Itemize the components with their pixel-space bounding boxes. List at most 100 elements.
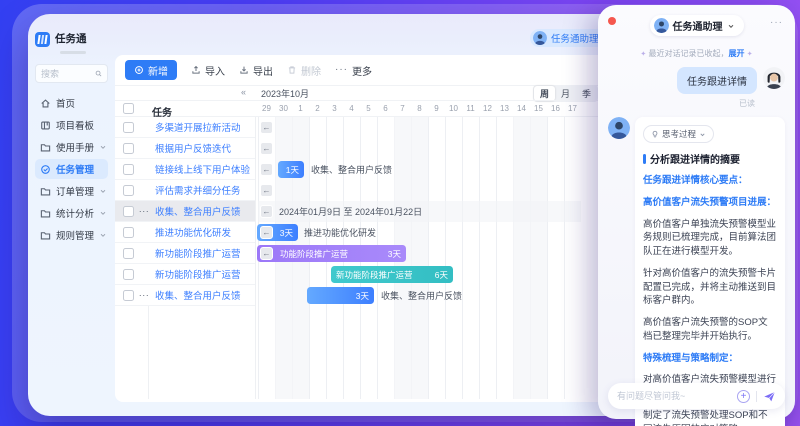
task-row[interactable]: ··· 收集、整合用户反馈 [115,285,255,306]
search-icon [95,69,102,78]
chat-input[interactable] [617,391,731,401]
row-actions-icon[interactable]: ··· [137,206,151,216]
scroll-to-bar-button[interactable]: ← [260,247,273,260]
sidebar-item-label: 项目看板 [56,118,104,132]
delete-button-label: 删除 [301,63,321,78]
date-tick: 2 [309,104,326,113]
chevron-down-icon [99,143,107,151]
bar-duration: 6天 [435,269,448,281]
close-panel-button[interactable] [608,17,616,25]
sidebar-item-kanban[interactable]: 项目看板 [35,115,108,135]
scale-quarter[interactable]: 季 [576,86,597,101]
bar-suffix-label: 推进功能优化研发 [304,226,376,239]
task-row[interactable]: 链接线上线下用户体验 [115,159,255,180]
date-tick: 16 [547,104,564,113]
reply-subtitle: 高价值客户流失预警项目进展： [643,196,777,210]
date-tick: 29 [258,104,275,113]
row-checkbox[interactable] [123,122,134,133]
date-tick: 8 [411,104,428,113]
task-name[interactable]: 多渠道开展拉新活动 [155,120,241,134]
task-row[interactable]: 多渠道开展拉新活动 [115,117,255,138]
bar-duration: 3天 [280,227,293,239]
sidebar-item-orders[interactable]: 订单管理 [35,181,108,201]
gantt-bar[interactable]: 功能阶段推广运营3天 [257,245,406,262]
chat-input-bar: + [608,383,785,409]
scroll-to-bar-button[interactable]: ← [260,142,273,155]
scroll-to-bar-button[interactable]: ← [260,163,273,176]
assistant-entry-chip[interactable]: 任务通助理 [530,29,606,47]
assistant-title-pill[interactable]: 任务通助理 [650,15,744,36]
gantt-bar[interactable]: 3天 [307,287,374,304]
scroll-to-bar-button[interactable]: ← [260,205,273,218]
task-manage-icon [40,164,51,175]
assistant-message-row: 思考过程 分析跟进详情的摘要 任务跟进详情核心要点： 高价值客户流失预警项目进展… [608,117,785,426]
send-button[interactable] [763,390,776,403]
task-name[interactable]: 评估需求并细分任务 [155,183,241,197]
row-checkbox[interactable] [123,206,134,217]
task-name[interactable]: 链接线上线下用户体验 [155,162,250,176]
scroll-to-bar-button[interactable]: ← [260,226,273,239]
task-name[interactable]: 收集、整合用户反馈 [155,204,241,218]
chevron-down-icon [99,231,107,239]
folder-icon [40,186,51,197]
export-button-label: 导出 [253,63,273,78]
sidebar-item-label: 统计分析 [56,206,94,220]
thinking-chip-label: 思考过程 [662,128,696,140]
panel-menu-icon[interactable]: ··· [770,17,783,28]
user-message-bubble: 任务跟进详情 [677,67,757,94]
kanban-icon [40,120,51,131]
attach-plus-button[interactable]: + [737,390,750,403]
row-checkbox[interactable] [123,164,134,175]
task-row[interactable]: 评估需求并细分任务 [115,180,255,201]
sidebar-item-rules[interactable]: 规则管理 [35,225,108,245]
gantt-bar[interactable]: 1天 [278,161,304,178]
bar-date-range: 2024年01月9日 至 2024年01月22日 [279,205,422,218]
date-tick: 12 [479,104,496,113]
task-row[interactable]: 推进功能优化研发 [115,222,255,243]
scroll-to-bar-button[interactable]: ← [260,121,273,134]
thinking-process-chip[interactable]: 思考过程 [643,125,714,143]
row-actions-icon[interactable]: ··· [137,290,151,300]
task-row[interactable]: ··· 收集、整合用户反馈 [115,201,255,222]
sidebar-search-input[interactable] [41,69,91,79]
row-checkbox[interactable] [123,143,134,154]
scale-month[interactable]: 月 [555,86,576,101]
sidebar-item-home[interactable]: 首页 [35,93,108,113]
import-button[interactable]: 导入 [191,63,225,78]
export-button[interactable]: 导出 [239,63,273,78]
task-name[interactable]: 推进功能优化研发 [155,225,231,239]
gantt-month-label: 2023年10月 [261,87,309,100]
more-dots-icon: ··· [335,65,348,75]
sidebar-item-tasks[interactable]: 任务管理 [35,159,108,179]
task-name[interactable]: 新功能阶段推广运营 [155,246,241,260]
summary-heading-text: 分析跟进详情的摘要 [650,151,740,166]
collapse-panel-icon[interactable]: « [241,87,246,97]
task-row[interactable]: 根据用户反馈迭代 [115,138,255,159]
delete-button[interactable]: 删除 [287,63,321,78]
gantt-bar[interactable]: 新功能阶段推广运营6天 [331,266,453,283]
sidebar-item-analytics[interactable]: 统计分析 [35,203,108,223]
reply-subtitle: 特殊梳理与策略制定： [643,352,777,366]
more-button[interactable]: ··· 更多 [335,63,372,78]
task-name[interactable]: 新功能阶段推广运营 [155,267,241,281]
expand-history-link[interactable]: 展开 [729,49,745,58]
scale-week[interactable]: 周 [534,86,555,101]
row-checkbox[interactable] [123,227,134,238]
row-checkbox[interactable] [123,269,134,280]
task-name[interactable]: 根据用户反馈迭代 [155,141,231,155]
sidebar-item-label: 订单管理 [56,184,94,198]
sidebar-item-manual[interactable]: 使用手册 [35,137,108,157]
sidebar-search[interactable] [35,64,108,83]
date-tick: 9 [428,104,445,113]
task-row[interactable]: 新功能阶段推广运营 [115,243,255,264]
row-checkbox[interactable] [123,290,134,301]
task-row[interactable]: 新功能阶段推广运营 [115,264,255,285]
select-all-checkbox[interactable] [123,103,134,114]
add-button[interactable]: 新增 [125,60,177,80]
app-logo: 任务通 [35,30,108,48]
date-tick: 13 [496,104,513,113]
scroll-to-bar-button[interactable]: ← [260,184,273,197]
row-checkbox[interactable] [123,248,134,259]
row-checkbox[interactable] [123,185,134,196]
task-name[interactable]: 收集、整合用户反馈 [155,288,241,302]
